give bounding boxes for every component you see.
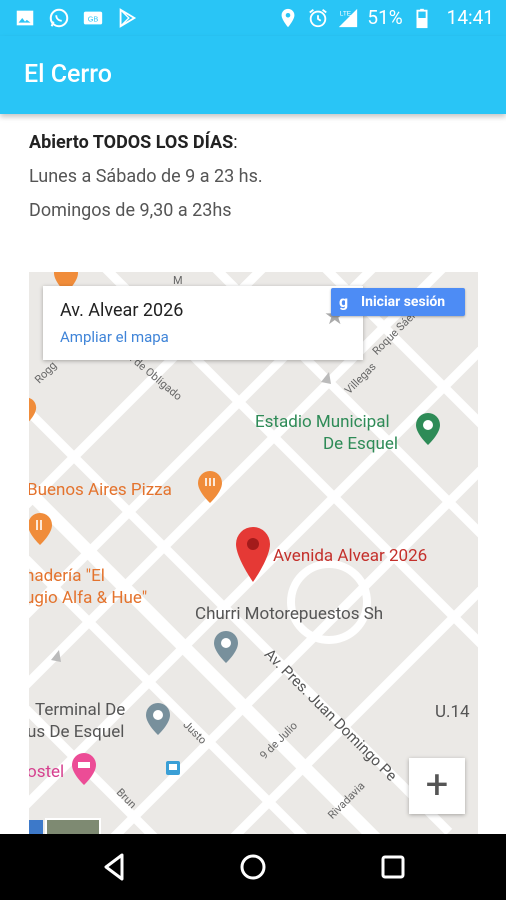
map-info-card[interactable]: Av. Alvear 2026 Ampliar el mapa ★ [43, 286, 363, 360]
satellite-thumbnail[interactable] [45, 818, 101, 834]
poi-terminal-line2[interactable]: us De Esquel [29, 722, 124, 742]
poi-u14[interactable]: U.14 [435, 702, 470, 722]
back-button[interactable] [98, 851, 130, 883]
poi-stadium-line2[interactable]: De Esquel [323, 434, 398, 454]
message-icon: GB [83, 11, 103, 25]
svg-text:LTE: LTE [340, 10, 351, 17]
pizza-pin-icon[interactable] [197, 470, 223, 504]
poi-moto[interactable]: Churri Motorepuestos Sh [195, 604, 383, 624]
hours-heading-bold: Abierto TODOS LOS DÍAS [29, 132, 234, 153]
poi-pizza[interactable]: Buenos Aires Pizza [29, 480, 172, 500]
moto-pin-icon[interactable] [213, 630, 239, 664]
map-view[interactable]: a de Obligado Villegas Roque Sáenz Rogg … [29, 272, 478, 834]
hostel-pin-icon[interactable] [71, 752, 97, 786]
poi-terminal-line1[interactable]: Terminal De [35, 700, 125, 720]
marker-label[interactable]: Avenida Alvear 2026 [273, 546, 427, 566]
hours-heading-suffix: : [233, 132, 238, 153]
restaurant-pin-icon[interactable] [29, 512, 53, 546]
app-bar: El Cerro [0, 36, 506, 114]
signin-label: Iniciar sesión [361, 294, 446, 310]
stadium-pin-icon[interactable] [415, 412, 441, 446]
bus-stop-icon[interactable] [165, 760, 181, 776]
hours-heading: Abierto TODOS LOS DÍAS: [29, 132, 238, 153]
map-side-tab [29, 820, 43, 834]
hours-sundays: Domingos de 9,30 a 23hs [29, 200, 232, 221]
alarm-icon [309, 8, 328, 27]
hours-weekdays: Lunes a Sábado de 9 a 23 hs. [29, 166, 263, 187]
whatsapp-icon [49, 8, 69, 28]
battery-icon [416, 8, 428, 28]
location-icon [281, 8, 295, 27]
svg-text:GB: GB [88, 15, 99, 24]
play-store-icon [119, 8, 137, 28]
google-icon: g [339, 292, 349, 311]
poi-hostel[interactable]: ostel [29, 762, 64, 782]
recents-button[interactable] [377, 851, 409, 883]
home-button[interactable] [237, 851, 269, 883]
status-bar: GB LTE 51% 14:41 [0, 0, 506, 36]
signal-icon: LTE [339, 8, 358, 27]
terminal-pin-icon[interactable] [145, 702, 171, 736]
clock: 14:41 [446, 6, 494, 29]
enlarge-map-link[interactable]: Ampliar el mapa [60, 328, 169, 346]
left-orange-pin-icon[interactable] [29, 396, 37, 426]
info-card-title: Av. Alvear 2026 [60, 300, 184, 321]
zoom-in-button[interactable]: + [409, 758, 465, 814]
poi-bakery-line2[interactable]: ugio Alfa & Hue" [29, 588, 147, 608]
battery-percent: 51% [367, 6, 403, 29]
content-area[interactable]: Abierto TODOS LOS DÍAS: Lunes a Sábado d… [0, 114, 506, 834]
navigation-bar [0, 834, 506, 900]
location-marker-icon[interactable] [235, 526, 271, 584]
signin-button[interactable]: g Iniciar sesión [331, 288, 465, 316]
poi-stadium-line1[interactable]: Estadio Municipal [255, 412, 390, 432]
image-icon [16, 10, 34, 26]
poi-bakery-line1[interactable]: nadería "El [29, 566, 105, 586]
page-title: El Cerro [24, 60, 112, 89]
